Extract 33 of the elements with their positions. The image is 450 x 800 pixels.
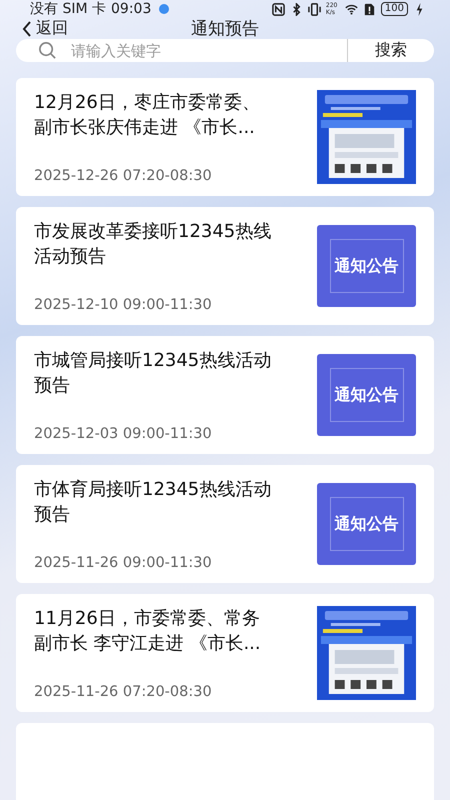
notice-card[interactable]: 市城管局接听12345热线活动预告 2025-12-03 09:00-11:30 通知公告 xyxy=(16,336,434,454)
notice-time: 2025-12-26 07:20-08:30 xyxy=(34,168,213,184)
carrier-text: 没有 SIM 卡 xyxy=(30,0,106,18)
chevron-left-icon xyxy=(22,20,32,36)
clock-text: 09:03 xyxy=(111,1,152,17)
page-title: 通知预告 xyxy=(191,18,259,40)
vibrate-icon xyxy=(308,2,321,16)
notice-title: 市城管局接听12345热线活动预告 xyxy=(34,349,272,398)
notice-thumbnail: 通知公告 xyxy=(317,354,416,436)
wifi-icon xyxy=(344,2,358,16)
search-input[interactable]: 请输入关键字 xyxy=(69,40,273,60)
notice-title: 12月26日，枣庄市委常委、副市长张庆伟走进 《市长... xyxy=(34,91,261,140)
notice-card[interactable]: 市发展改革委接听12345热线活动预告 2025-12-10 09:00-11:30 通知公告 xyxy=(16,207,434,325)
notice-thumbnail: 通知公告 xyxy=(317,225,416,307)
notice-title: 市发展改革委接听12345热线活动预告 xyxy=(34,220,272,269)
notice-card[interactable]: 11月26日，市委常委、常务副市长 李守江走进 《市长... 2025-11-26 07:20-08:30 xyxy=(16,594,434,712)
search-icon xyxy=(38,41,57,60)
search-button[interactable]: 搜索 xyxy=(348,39,434,62)
search-field[interactable]: 请输入关键字 xyxy=(16,39,348,62)
notice-thumbnail: 通知公告 xyxy=(317,483,416,565)
notice-title: 11月26日，市委常委、常务副市长 李守江走进 《市长... xyxy=(34,607,262,656)
sim-alert-icon xyxy=(362,2,376,16)
notice-time: 2025-11-26 09:00-11:30 xyxy=(34,555,213,571)
notice-time: 2025-11-26 07:20-08:30 xyxy=(34,684,213,700)
notice-card[interactable]: 12月26日，枣庄市委常委、副市长张庆伟走进 《市长... 2025-12-26 07:20-08:30 xyxy=(16,78,434,196)
location-icon xyxy=(159,4,170,14)
notice-time: 2025-12-10 09:00-11:30 xyxy=(34,297,213,313)
back-button[interactable]: 返回 xyxy=(22,18,68,39)
battery-level-text: 100 xyxy=(380,2,408,16)
notice-time: 2025-12-03 09:00-11:30 xyxy=(34,426,213,442)
nfc-icon xyxy=(272,2,285,16)
notice-title: 市体育局接听12345热线活动预告 xyxy=(34,478,272,527)
notice-card[interactable]: 市体育局接听12345热线活动预告 2025-11-26 09:00-11:30 通知公告 xyxy=(16,465,434,583)
